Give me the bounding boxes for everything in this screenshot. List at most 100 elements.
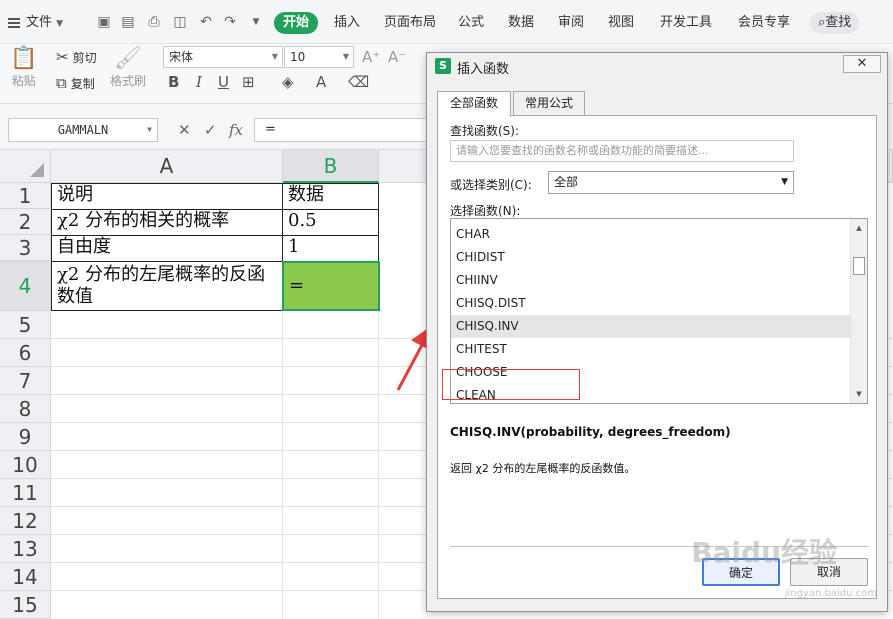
formula-input[interactable]: = [254,118,434,142]
cancel-icon[interactable]: ✕ [178,121,191,139]
cell-a1[interactable]: 说明 [51,183,283,210]
row-header-11[interactable]: 11 [0,479,51,507]
print-preview-icon[interactable]: ◫ [172,14,188,30]
search-button[interactable]: ⌕查找 [810,12,860,34]
font-name-select[interactable]: 宋体 ▼ [163,46,283,68]
search-label: 查找 [825,15,852,30]
menu-bar: 文件 ▼ ▣ ▤ ⎙ ◫ ↶ ↷ ▼ 开始 插入 页面布局 公式 数据 审阅 视… [0,0,893,44]
row-header-14[interactable]: 14 [0,563,51,591]
list-item[interactable]: CHOOSE [451,361,851,384]
scroll-up-icon[interactable]: ▲ [851,221,867,235]
font-color-icon[interactable]: A [316,73,326,91]
category-select[interactable]: 全部 ▼ [548,171,794,194]
print-icon[interactable]: ⎙ [146,14,162,30]
name-box[interactable]: GAMMALN ▼ [8,118,158,142]
save-icon[interactable]: ▣ [96,14,112,30]
list-item[interactable]: CLEAN [451,384,851,403]
confirm-icon[interactable]: ✓ [204,121,217,139]
underline-icon[interactable]: U [218,73,229,91]
select-all-corner[interactable] [0,150,51,183]
search-function-input[interactable]: 请输入您要查找的函数名称或函数功能的简要描述... [450,140,794,162]
chevron-down-icon: ▼ [342,52,349,61]
redo-icon[interactable]: ↷ [222,14,238,30]
undo-icon[interactable]: ↶ [198,14,214,30]
row-header-2[interactable]: 2 [0,209,51,235]
cell-b4-active[interactable]: = [282,261,380,311]
font-size-select[interactable]: 10 ▼ [284,46,354,68]
hamburger-icon [8,16,20,30]
tab-member[interactable]: 会员专享 [738,12,790,34]
copy-button[interactable]: ⧉ 复制 [56,74,95,92]
tab-view[interactable]: 视图 [608,12,634,34]
format-painter-label: 格式刷 [110,74,147,88]
customize-toolbar-icon[interactable]: ▼ [248,14,264,30]
row-header-15[interactable]: 15 [0,591,51,619]
function-description: 返回 χ2 分布的左尾概率的反函数值。 [450,462,636,475]
cell-b2[interactable]: 0.5 [282,209,379,236]
cell-b3[interactable]: 1 [282,235,379,262]
category-value: 全部 [554,175,579,189]
tab-insert[interactable]: 插入 [334,12,360,34]
cell-a3[interactable]: 自由度 [51,235,283,262]
function-signature: CHISQ.INV(probability, degrees_freedom) [450,425,731,439]
cut-button[interactable]: ✂ 剪切 [56,48,97,66]
row-header-12[interactable]: 12 [0,507,51,535]
italic-icon[interactable]: I [196,73,202,91]
scroll-thumb[interactable] [853,257,865,275]
tab-home[interactable]: 开始 [274,12,318,34]
row-header-7[interactable]: 7 [0,367,51,395]
clear-format-icon[interactable]: ⌫ [348,73,369,91]
bold-icon[interactable]: B [168,73,179,91]
column-header-b[interactable]: B [283,150,379,183]
row-header-9[interactable]: 9 [0,423,51,451]
dialog-title: 插入函数 [457,62,510,77]
export-pdf-icon[interactable]: ▤ [120,14,136,30]
tab-formulas[interactable]: 公式 [458,12,484,34]
row-header-8[interactable]: 8 [0,395,51,423]
list-item[interactable]: CHAR [451,223,851,246]
format-painter-button[interactable]: 🖌 格式刷 [110,46,146,89]
list-item[interactable]: CHISQ.DIST [451,292,851,315]
row-header-13[interactable]: 13 [0,535,51,563]
chevron-down-icon: ▼ [56,19,64,29]
file-menu[interactable]: 文件 ▼ [8,12,63,34]
row-header-4[interactable]: 4 [0,261,51,311]
row-header-3[interactable]: 3 [0,235,51,261]
insert-function-icon[interactable]: fx [229,121,243,139]
function-list[interactable]: CHAR CHIDIST CHIINV CHISQ.DIST CHISQ.INV… [450,218,868,404]
font-shrink-icon: A⁻ [388,48,407,66]
tab-common-formulas[interactable]: 常用公式 [513,91,585,115]
cut-label: 剪切 [72,50,97,65]
tab-review[interactable]: 审阅 [558,12,584,34]
fill-color-icon[interactable]: ◈ [282,73,294,91]
row-header-5[interactable]: 5 [0,311,51,339]
cell-b1[interactable]: 数据 [282,183,379,210]
list-scrollbar[interactable]: ▲ ▼ [850,219,867,403]
tab-all-functions[interactable]: 全部函数 [437,91,511,117]
row-header-6[interactable]: 6 [0,339,51,367]
borders-icon[interactable]: ⊞ [242,73,255,91]
column-header-a[interactable]: A [51,150,283,183]
category-label: 或选择类别(C): [450,178,532,192]
cell-a2[interactable]: χ2 分布的相关的概率 [51,209,283,236]
close-icon[interactable]: ✕ [843,55,881,73]
dialog-panel: 查找函数(S): 请输入您要查找的函数名称或函数功能的简要描述... 或选择类别… [437,115,877,599]
scroll-down-icon[interactable]: ▼ [851,387,867,401]
row-header-1[interactable]: 1 [0,183,51,209]
list-item[interactable]: CHIDIST [451,246,851,269]
chevron-down-icon: ▼ [271,52,278,61]
decrease-font-size-button[interactable]: A⁻ [388,48,406,66]
dialog-title-bar[interactable]: S 插入函数 ✕ [427,53,887,79]
paste-button[interactable]: 📋 粘贴 [10,46,37,89]
row-header-10[interactable]: 10 [0,451,51,479]
cell-a4[interactable]: χ2 分布的左尾概率的反函数值 [51,261,283,311]
paintbrush-icon: 🖌 [114,46,142,71]
tab-data[interactable]: 数据 [508,12,534,34]
copy-label: 复制 [70,76,95,91]
list-item[interactable]: CHITEST [451,338,851,361]
list-item-selected[interactable]: CHISQ.INV [451,315,851,338]
list-item[interactable]: CHIINV [451,269,851,292]
tab-developer[interactable]: 开发工具 [660,12,712,34]
tab-page-layout[interactable]: 页面布局 [384,12,436,34]
increase-font-size-button[interactable]: A⁺ [362,48,380,66]
